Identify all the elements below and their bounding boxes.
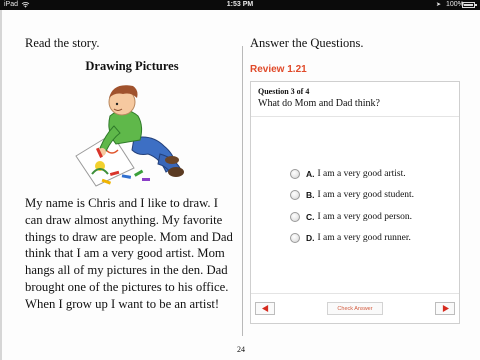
review-label: Review 1.21 [250, 64, 307, 75]
book-page: Read the story. Drawing Pictures My name… [0, 10, 480, 360]
option-letter: A. [306, 168, 315, 179]
question-text: What do Mom and Dad think? [258, 98, 380, 109]
left-heading: Read the story. [25, 36, 100, 50]
location-arrow-icon: ➤ [436, 2, 442, 8]
radio-button[interactable] [290, 168, 300, 179]
next-question-button[interactable] [435, 302, 455, 315]
question-separator [251, 116, 459, 117]
question-number: Question 3 of 4 [258, 87, 310, 96]
boy-drawing-illustration [75, 85, 184, 187]
radio-button[interactable] [290, 233, 300, 243]
option-d[interactable]: D. I am a very good runner. [290, 233, 414, 244]
story-title: Drawing Pictures [85, 59, 179, 73]
option-b[interactable]: B. I am a very good student. [290, 190, 414, 201]
option-a[interactable]: A. I am a very good artist. [290, 168, 414, 179]
option-text: I am a very good student. [317, 190, 415, 200]
clock: 1:53 PM [226, 1, 254, 8]
nav-separator [251, 293, 459, 294]
story-text: My name is Chris and I like to draw. I c… [25, 196, 233, 311]
option-letter: C. [306, 211, 315, 222]
battery-icon [462, 2, 477, 8]
answer-options: A. I am a very good artist. B. I am a ve… [290, 168, 414, 254]
check-answer-button[interactable]: Check Answer [327, 302, 383, 315]
option-c[interactable]: C. I am a very good person. [290, 211, 414, 222]
page-number: 24 [237, 345, 245, 354]
radio-button[interactable] [290, 211, 300, 222]
option-text: I am a very good person. [317, 211, 412, 222]
right-triangle-icon [442, 305, 449, 312]
previous-question-button[interactable] [255, 302, 275, 315]
right-heading: Answer the Questions. [250, 36, 364, 50]
option-text: I am a very good artist. [317, 168, 406, 179]
option-letter: B. [306, 190, 315, 200]
quiz-panel: Question 3 of 4 What do Mom and Dad thin… [250, 81, 460, 324]
left-triangle-icon [261, 305, 268, 312]
radio-button[interactable] [290, 190, 300, 200]
status-bar: iPad 1:53 PM ➤ 100% [0, 0, 480, 10]
option-letter: D. [306, 233, 315, 243]
option-text: I am a very good runner. [317, 233, 411, 243]
column-divider [242, 46, 243, 336]
